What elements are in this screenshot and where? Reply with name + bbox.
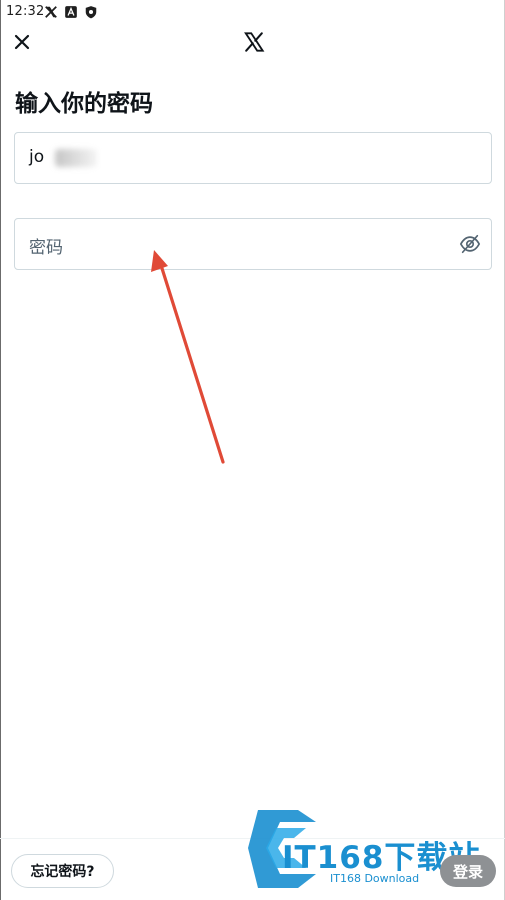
- status-bar: 12:32: [0, 0, 505, 24]
- login-button[interactable]: 登录: [440, 855, 496, 887]
- watermark-sub: IT168 Download: [330, 872, 420, 885]
- password-placeholder: 密码: [29, 238, 63, 258]
- password-field[interactable]: 密码: [14, 218, 492, 270]
- x-logo-icon: [45, 6, 57, 18]
- frame-edge-left: [0, 0, 1, 900]
- page-title: 输入你的密码: [15, 91, 153, 117]
- forgot-password-button[interactable]: 忘记密码?: [11, 854, 114, 888]
- close-icon[interactable]: [10, 30, 34, 54]
- shield-icon: [85, 6, 97, 19]
- username-redaction: [55, 149, 97, 167]
- status-time: 12:32: [6, 4, 45, 19]
- x-logo-icon: [244, 32, 265, 52]
- username-value: jo: [29, 147, 45, 167]
- username-field[interactable]: jo: [14, 132, 492, 184]
- app-a-icon: [65, 6, 77, 18]
- eye-off-icon[interactable]: [459, 233, 481, 255]
